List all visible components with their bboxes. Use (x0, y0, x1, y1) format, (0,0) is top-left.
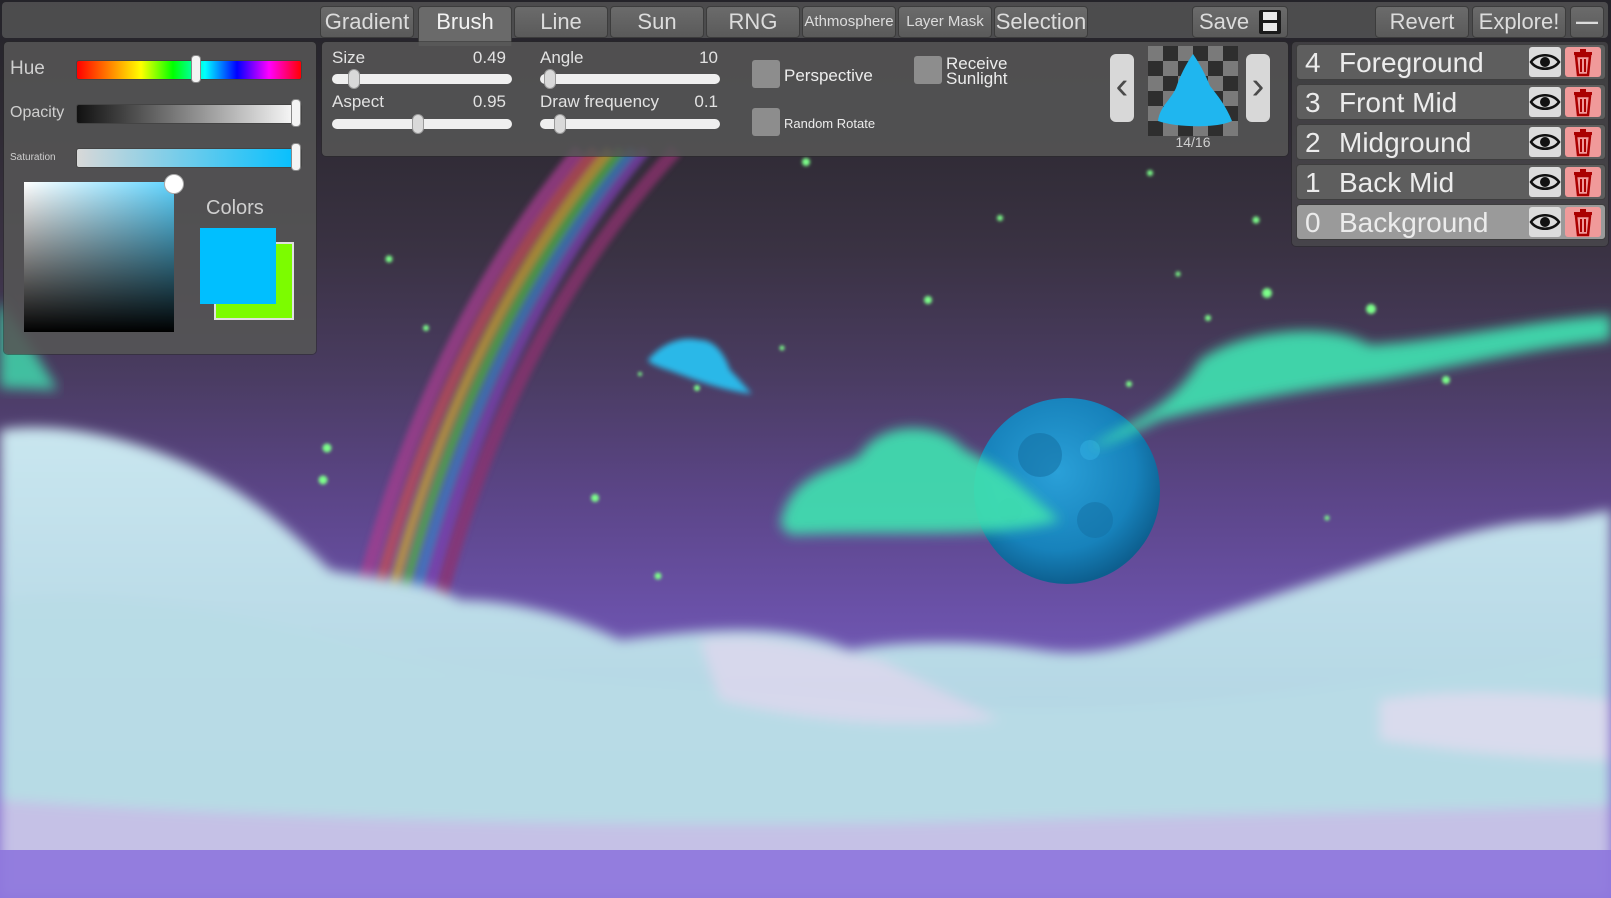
tab-gradient[interactable]: Gradient (320, 6, 414, 38)
layer-name: Foreground (1339, 47, 1484, 78)
draw-frequency-slider-handle[interactable] (554, 114, 566, 134)
primary-color-swatch[interactable] (200, 228, 276, 304)
draw-frequency-value: 0.1 (694, 92, 718, 111)
explore-button[interactable]: Explore! (1472, 6, 1566, 38)
size-value: 0.49 (472, 48, 506, 67)
tab-brush[interactable]: Brush (418, 6, 512, 46)
layer-number: 2 (1305, 127, 1321, 158)
hue-label: Hue (10, 58, 45, 79)
layer-name: Front Mid (1339, 87, 1458, 118)
perspective-label: Perspective (784, 66, 873, 85)
layer-row-midground[interactable]: 2 Midground (1296, 124, 1606, 160)
random-rotate-checkbox[interactable] (752, 108, 780, 136)
floppy-disk-icon (1259, 10, 1281, 34)
angle-label: Angle (540, 48, 584, 67)
saturation-slider[interactable] (76, 143, 302, 171)
layer-number: 0 (1305, 207, 1321, 238)
saturation-label: Saturation (10, 152, 56, 163)
layer-row-front-mid[interactable]: 3 Front Mid (1296, 84, 1606, 120)
random-rotate-label: Random Rotate (784, 116, 876, 131)
receive-sunlight-label: Receive Sunlight (946, 54, 1008, 88)
hue-slider[interactable] (76, 55, 302, 83)
aspect-slider-handle[interactable] (412, 114, 424, 134)
perspective-checkbox[interactable] (752, 60, 780, 88)
color-panel: Hue Opacity Saturation Colors (4, 42, 316, 354)
eye-icon[interactable] (1529, 207, 1561, 237)
layer-row-foreground[interactable]: 4 Foreground (1296, 44, 1606, 80)
saturation-slider-handle[interactable] (291, 143, 301, 171)
opacity-slider[interactable] (76, 99, 302, 127)
tab-sun[interactable]: Sun (610, 6, 704, 38)
eye-icon[interactable] (1529, 127, 1561, 157)
tab-rng[interactable]: RNG (706, 6, 800, 38)
layer-number: 3 (1305, 87, 1321, 118)
color-picker-square[interactable] (24, 174, 184, 332)
angle-value: 10 (699, 48, 718, 67)
tab-layer-mask[interactable]: Layer Mask (898, 6, 992, 38)
layer-name: Back Mid (1339, 167, 1455, 198)
small-cyan-cloud (648, 338, 752, 394)
next-brush-button[interactable]: › (1246, 54, 1270, 122)
trash-icon[interactable] (1565, 207, 1601, 237)
size-slider[interactable] (332, 69, 512, 89)
eye-icon[interactable] (1529, 47, 1561, 77)
layer-number: 4 (1305, 47, 1321, 78)
tab-line[interactable]: Line (514, 6, 608, 38)
color-picker-handle[interactable] (164, 174, 184, 194)
aspect-slider[interactable] (332, 114, 512, 134)
rainbow (353, 145, 682, 602)
trash-icon[interactable] (1565, 167, 1601, 197)
teal-clouds (780, 315, 1611, 535)
opacity-slider-handle[interactable] (291, 99, 301, 127)
top-toolbar: Gradient Brush Line Sun RNG Athmosphere … (2, 2, 1608, 46)
previous-brush-button[interactable]: ‹ (1110, 54, 1134, 122)
brush-preview[interactable] (1148, 46, 1238, 136)
trash-icon[interactable] (1565, 87, 1601, 117)
chevron-right-icon: › (1251, 65, 1265, 107)
aspect-value: 0.95 (472, 92, 506, 111)
size-slider-handle[interactable] (348, 69, 360, 89)
save-button[interactable]: Save (1192, 6, 1288, 38)
trash-icon[interactable] (1565, 47, 1601, 77)
eye-icon[interactable] (1529, 167, 1561, 197)
layer-row-background[interactable]: 0 Background (1296, 204, 1606, 240)
layer-row-back-mid[interactable]: 1 Back Mid (1296, 164, 1606, 200)
angle-slider-handle[interactable] (544, 69, 556, 89)
minimize-button[interactable]: — (1570, 6, 1604, 38)
opacity-label: Opacity (10, 104, 65, 121)
chevron-left-icon: ‹ (1115, 65, 1129, 107)
aspect-label: Aspect (332, 92, 384, 111)
trash-icon[interactable] (1565, 127, 1601, 157)
hue-slider-handle[interactable] (191, 55, 201, 83)
size-label: Size (332, 48, 366, 67)
save-label: Save (1199, 9, 1250, 34)
receive-sunlight-checkbox[interactable] (914, 56, 942, 84)
angle-slider[interactable] (540, 69, 720, 89)
layer-name: Midground (1339, 127, 1472, 158)
brush-counter: 14/16 (1175, 134, 1211, 150)
tab-athmosphere[interactable]: Athmosphere (802, 6, 896, 38)
eye-icon[interactable] (1529, 87, 1561, 117)
brush-options-panel: Size 0.49 Aspect 0.95 Angle 10 Draw freq… (322, 42, 1288, 156)
draw-frequency-slider[interactable] (540, 114, 720, 134)
colors-label: Colors (206, 197, 264, 219)
layer-number: 1 (1305, 167, 1321, 198)
revert-button[interactable]: Revert (1375, 6, 1469, 38)
tab-selection[interactable]: Selection (994, 6, 1088, 38)
draw-frequency-label: Draw frequency (540, 92, 660, 111)
layer-name: Background (1339, 207, 1489, 238)
cloud-brush-icon (1158, 54, 1232, 127)
